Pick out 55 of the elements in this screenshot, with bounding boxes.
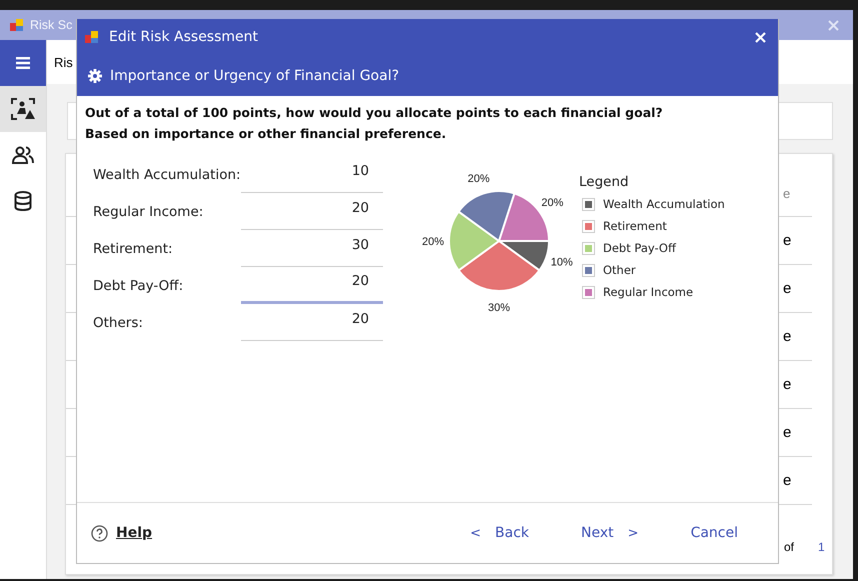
field-label: Debt Pay-Off: <box>92 278 184 296</box>
instruction-text: Based on importance or other financial preference. <box>85 125 448 143</box>
next-button[interactable]: Next > <box>581 521 639 545</box>
field-label: Regular Income: <box>92 204 204 222</box>
person-warning-icon <box>11 98 35 120</box>
cancel-button[interactable]: Cancel <box>690 521 738 545</box>
app-icon <box>85 30 99 44</box>
legend-label: Retirement <box>603 219 667 233</box>
slice-label: 30% <box>488 302 510 314</box>
legend-title: Legend <box>579 174 630 190</box>
section-title: Importance or Urgency of Financial Goal? <box>110 68 400 84</box>
input-field[interactable]: 20 <box>241 194 383 230</box>
sidebar-item[interactable] <box>0 40 46 86</box>
field-label: Others: <box>92 315 144 333</box>
field-label: Wealth Accumulation: <box>92 167 241 185</box>
input-field[interactable]: 10 <box>241 157 383 193</box>
table-cell: e <box>783 232 792 249</box>
field-label: Retirement: <box>92 241 174 259</box>
pager-text: of <box>784 540 794 554</box>
legend-swatch <box>583 264 594 276</box>
legend-swatch <box>583 242 594 254</box>
legend-swatch <box>583 198 594 210</box>
table-cell: e <box>783 376 792 393</box>
people-icon <box>12 146 34 164</box>
legend-label: Debt Pay-Off <box>603 241 676 255</box>
app-icon <box>10 18 24 32</box>
table-cell: e <box>783 472 792 489</box>
tab[interactable]: Ris <box>54 54 73 70</box>
slice-label: 10% <box>550 256 573 268</box>
legend-label: Wealth Accumulation <box>603 197 725 211</box>
legend-label: Other <box>603 263 636 277</box>
settings-icon <box>88 68 102 82</box>
help-icon <box>91 524 108 542</box>
input-field[interactable]: 30 <box>241 231 383 267</box>
table-cell: e <box>783 424 792 441</box>
input-field[interactable]: 20 <box>241 305 383 341</box>
back-button[interactable]: < Back <box>470 521 530 545</box>
database-icon <box>14 191 32 211</box>
instruction-text: Out of a total of 100 points, how would you allocate points to each financial goal? <box>85 104 664 122</box>
dialog-title: Edit Risk Assessment <box>109 29 258 45</box>
slice-label: 20% <box>422 236 444 248</box>
input-field[interactable]: 20 <box>241 268 383 304</box>
table-cell: e <box>783 328 792 345</box>
window-title: Risk Sc <box>30 18 72 32</box>
sidebar-item[interactable] <box>0 86 46 132</box>
table-cell: e <box>783 280 792 297</box>
menu-icon <box>16 57 30 69</box>
slice-label: 20% <box>468 173 490 186</box>
help-link[interactable]: Help <box>116 525 152 541</box>
slice-label: 20% <box>541 197 564 210</box>
column-header: e <box>783 186 790 200</box>
legend-swatch <box>583 286 594 298</box>
legend-swatch <box>583 220 594 232</box>
legend-label: Regular Income <box>603 285 694 299</box>
page-number: 1 <box>818 540 825 554</box>
